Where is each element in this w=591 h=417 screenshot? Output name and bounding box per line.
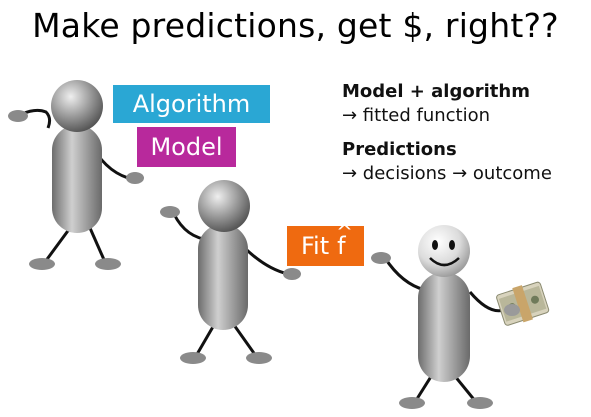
fhat-symbol: ^ f	[336, 222, 353, 258]
hat-glyph: ^	[336, 220, 353, 244]
model-label: Model	[137, 127, 236, 167]
money-stack-icon	[496, 281, 550, 326]
figures-illustration	[8, 80, 550, 409]
algorithm-label-text: Algorithm	[132, 90, 251, 118]
algorithm-label: Algorithm	[113, 85, 270, 123]
stick-figure-icon	[160, 180, 301, 364]
smiley-face-icon	[418, 225, 470, 277]
notes-heading-model: Model + algorithm	[342, 81, 530, 102]
fit-label: Fit ^ f	[287, 222, 364, 266]
model-label-text: Model	[150, 133, 223, 161]
notes-panel: Model + algorithm → fitted function Pred…	[342, 80, 552, 186]
notes-line-fitted: → fitted function	[342, 105, 491, 126]
notes-heading-predictions: Predictions	[342, 139, 457, 160]
hand-icon	[504, 304, 520, 316]
fit-label-text: Fit	[301, 232, 330, 260]
notes-line-decisions: → decisions → outcome	[342, 163, 552, 184]
